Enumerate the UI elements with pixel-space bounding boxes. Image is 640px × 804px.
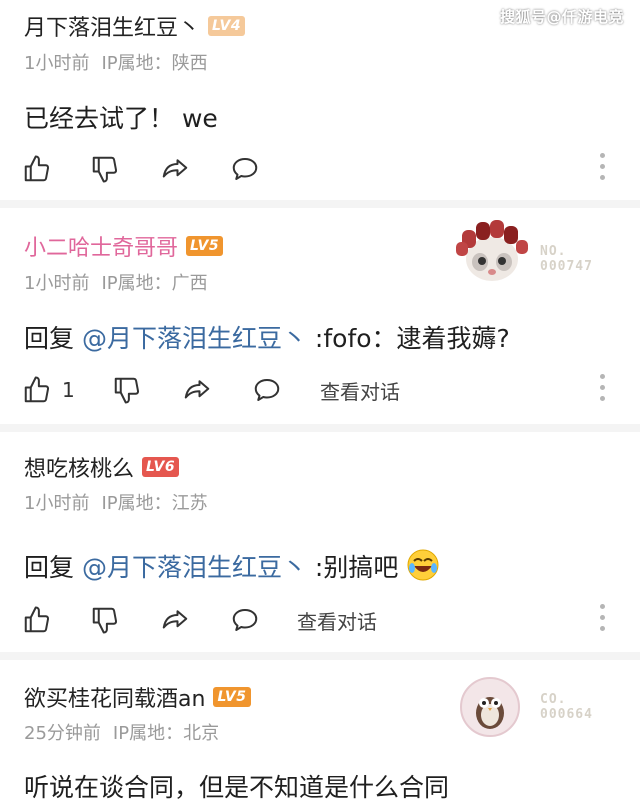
view-conversation-link[interactable]: 查看对话 — [297, 600, 377, 640]
share-icon — [184, 380, 210, 399]
reply-button[interactable] — [230, 149, 260, 189]
reply-button[interactable] — [252, 370, 282, 410]
level-badge: LV5 — [186, 236, 224, 256]
comment-time: 1小时前 — [24, 53, 90, 74]
reply-button[interactable] — [230, 600, 260, 640]
comment-time: 1小时前 — [24, 273, 90, 294]
comment-2-header: 小二哈士奇哥哥 LV5 — [24, 230, 224, 262]
divider — [0, 424, 640, 432]
like-button[interactable]: 1 — [22, 370, 75, 410]
username[interactable]: 想吃核桃么 — [24, 451, 134, 483]
level-badge: LV5 — [213, 687, 251, 707]
more-options-button[interactable] — [600, 153, 606, 183]
divider — [0, 200, 640, 208]
comment-3-meta: 1小时前 IP属地：江苏 — [24, 489, 208, 515]
comment-4-meta: 25分钟前 IP属地：北京 — [24, 719, 219, 745]
comment-4-text: 听说在谈合同，但是不知道是什么合同 — [24, 773, 450, 802]
chat-bubble-icon — [254, 379, 280, 401]
mention-link[interactable]: @月下落泪生红豆丶 — [82, 324, 307, 353]
like-button[interactable] — [22, 600, 52, 640]
fan-card-number: NO. 000747 — [540, 244, 593, 274]
comment-2-actions: 1 查看对话 — [0, 370, 640, 410]
thumb-up-icon — [24, 376, 50, 403]
ip-location: IP属地：广西 — [101, 273, 208, 294]
more-vertical-icon — [600, 604, 605, 609]
watermark: 搜狐号@仟游电竞 — [499, 8, 624, 26]
reply-prefix: 回复 — [24, 553, 75, 582]
thumb-down-icon — [92, 156, 118, 183]
comment-1-actions — [0, 149, 640, 189]
comment-1-text: 已经去试了！ we — [24, 104, 218, 133]
owl-frame-image — [460, 677, 520, 737]
comment-1-meta: 1小时前 IP属地：陕西 — [24, 49, 208, 75]
comment-1-header: 月下落泪生红豆丶 LV4 — [24, 10, 246, 42]
view-conversation-link[interactable]: 查看对话 — [320, 370, 400, 410]
more-options-button[interactable] — [600, 604, 606, 634]
comment-3-header: 想吃核桃么 LV6 — [24, 451, 180, 483]
more-options-button[interactable] — [600, 374, 606, 404]
owl-avatar-decoration[interactable] — [458, 675, 522, 743]
username[interactable]: 小二哈士奇哥哥 — [24, 230, 178, 262]
mention-link[interactable]: @月下落泪生红豆丶 — [82, 553, 307, 582]
share-icon — [162, 610, 188, 629]
level-badge: LV6 — [142, 457, 180, 477]
divider — [0, 652, 640, 660]
view-conversation-label: 查看对话 — [320, 379, 400, 404]
more-vertical-icon — [600, 374, 605, 379]
thumb-up-icon — [24, 155, 50, 182]
level-badge: LV4 — [208, 16, 246, 36]
reply-text: :fofo：逮着我薅? — [306, 324, 510, 353]
dislike-button[interactable] — [90, 600, 120, 640]
cat-avatar-decoration[interactable] — [452, 214, 532, 288]
comment-2-text: 回复 @月下落泪生红豆丶 :fofo：逮着我薅? — [24, 319, 510, 355]
chat-bubble-icon — [232, 158, 258, 180]
share-button[interactable] — [160, 600, 190, 640]
comment-2-meta: 1小时前 IP属地：广西 — [24, 269, 208, 295]
thumb-down-icon — [114, 377, 140, 404]
share-button[interactable] — [160, 149, 190, 189]
thumb-up-icon — [24, 606, 50, 633]
username[interactable]: 月下落泪生红豆丶 — [24, 10, 200, 42]
dislike-button[interactable] — [112, 370, 142, 410]
fan-card-number: CO. 000664 — [540, 692, 593, 722]
comment-time: 1小时前 — [24, 493, 90, 514]
comment-4-header: 欲买桂花同载酒an LV5 — [24, 681, 251, 713]
chat-bubble-icon — [232, 609, 258, 631]
reply-text: :别搞吧 — [306, 553, 399, 582]
comment-3-text: 回复 @月下落泪生红豆丶 :别搞吧 — [24, 548, 440, 588]
ip-location: IP属地：北京 — [112, 723, 220, 744]
comment-time: 25分钟前 — [24, 723, 101, 744]
ip-location: IP属地：陕西 — [101, 53, 208, 74]
share-icon — [162, 159, 188, 178]
view-conversation-label: 查看对话 — [297, 609, 377, 634]
share-button[interactable] — [182, 370, 212, 410]
thumb-down-icon — [92, 607, 118, 634]
ip-location: IP属地：江苏 — [101, 493, 208, 514]
more-vertical-icon — [600, 153, 605, 158]
username[interactable]: 欲买桂花同载酒an — [24, 681, 205, 713]
cat-with-curlers-image — [456, 220, 528, 281]
like-button[interactable] — [22, 149, 52, 189]
reply-prefix: 回复 — [24, 324, 75, 353]
dislike-button[interactable] — [90, 149, 120, 189]
comment-3-actions: 查看对话 — [0, 600, 640, 640]
like-count: 1 — [62, 378, 75, 402]
laughing-emoji-icon — [406, 548, 440, 588]
